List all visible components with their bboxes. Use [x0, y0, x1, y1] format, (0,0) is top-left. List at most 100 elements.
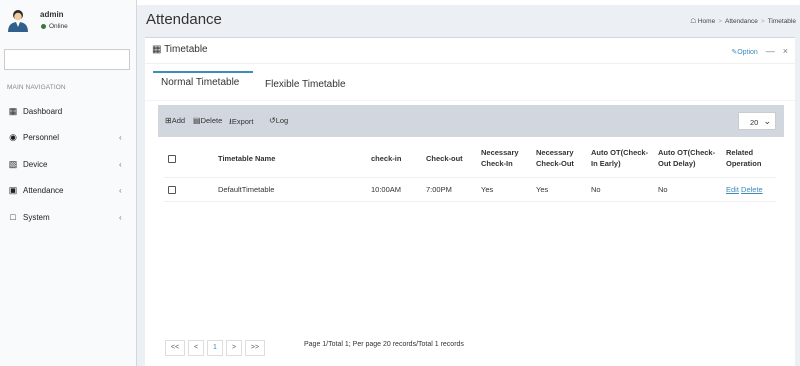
last-page-button[interactable]: >> — [245, 340, 265, 356]
page-info: Page 1/Total 1; Per page 20 records/Tota… — [304, 341, 464, 348]
header-line: Check-Out — [536, 159, 574, 169]
device-icon: ▧ — [8, 159, 18, 169]
breadcrumb-attendance[interactable]: Attendance — [725, 18, 758, 25]
header-check-in[interactable]: check-in — [371, 140, 426, 178]
cell-related-operation: Edit Delete — [726, 177, 776, 202]
header-line: Operation — [726, 159, 762, 169]
first-page-button[interactable]: << — [165, 340, 185, 356]
breadcrumb-home[interactable]: Home — [698, 18, 715, 25]
chevron-left-icon: ‹ — [119, 133, 122, 142]
cell-necessary-check-out: Yes — [536, 177, 591, 202]
export-button[interactable]: ⭳Export — [229, 116, 254, 130]
breadcrumb-separator: > — [760, 18, 765, 25]
chevron-left-icon: ‹ — [119, 186, 122, 195]
header-line: Related — [726, 148, 754, 158]
cell-timetable-name: DefaultTimetable — [218, 177, 371, 202]
breadcrumb-timetable: Timetable — [767, 18, 796, 25]
header-line: Check-In — [481, 159, 513, 169]
box-title-label: Timetable — [164, 44, 208, 55]
user-status: Online — [41, 23, 68, 30]
personnel-icon: ◉ — [9, 132, 17, 142]
avatar — [8, 10, 28, 32]
calendar-icon: ▦ — [152, 44, 162, 55]
add-button[interactable]: ⊞Add — [165, 116, 185, 125]
cell-check-out: 7:00PM — [426, 177, 481, 202]
sidebar-item-personnel[interactable]: ◉ Personnel ‹ — [0, 130, 136, 146]
delete-link[interactable]: Delete — [741, 185, 763, 194]
attendance-icon: ▣ — [8, 185, 18, 195]
tab-divider — [145, 100, 795, 101]
next-page-button[interactable]: > — [226, 340, 242, 356]
tab-normal-timetable[interactable]: Normal Timetable — [153, 71, 253, 100]
delete-label: Delete — [200, 116, 223, 125]
tab-flexible-timetable[interactable]: Flexible Timetable — [265, 79, 346, 90]
header-line: Out Delay) — [658, 159, 696, 169]
current-page-button[interactable]: 1 — [207, 340, 223, 356]
page-size-value: 20 — [750, 118, 759, 127]
sidebar-item-attendance[interactable]: ▣ Attendance ‹ — [0, 183, 136, 199]
cell-check-in: 10:00AM — [371, 177, 426, 202]
header-line: Necessary — [536, 148, 574, 158]
select-all-checkbox[interactable] — [168, 154, 176, 163]
log-label: Log — [275, 116, 289, 125]
cell-auto-ot-delay: No — [658, 177, 726, 202]
sidebar-item-system[interactable]: □ System ‹ — [0, 210, 136, 226]
user-status-label: Online — [49, 23, 68, 30]
chevron-left-icon: ‹ — [119, 213, 122, 222]
cell-necessary-check-in: Yes — [481, 177, 536, 202]
option-button[interactable]: ✎Option — [731, 49, 758, 56]
add-label: Add — [171, 116, 186, 125]
sidebar-item-label: Dashboard — [23, 107, 63, 116]
header-check-out[interactable]: Check-out — [426, 140, 481, 178]
header-related-operation: Related Operation — [726, 140, 776, 178]
box-header-divider — [145, 63, 795, 64]
header-timetable-name[interactable]: Timetable Name — [218, 140, 371, 178]
minimize-button[interactable]: — — [766, 46, 775, 56]
top-navbar — [137, 0, 800, 5]
option-label: Option — [737, 49, 758, 56]
home-icon: ☖ — [690, 18, 697, 25]
chevron-left-icon: ‹ — [119, 160, 122, 169]
timetable-table: Timetable Name check-in Check-out Necess… — [164, 140, 776, 202]
online-dot-icon — [41, 23, 46, 29]
system-icon: □ — [10, 212, 16, 222]
page-title: Attendance — [146, 11, 222, 28]
pagination: << < 1 > >> — [165, 340, 268, 356]
sidebar-item-label: Attendance — [23, 186, 64, 195]
header-necessary-check-in[interactable]: Necessary Check-In — [481, 140, 536, 178]
trash-icon: ▤ — [193, 116, 201, 125]
edit-link[interactable]: Edit — [726, 185, 739, 194]
breadcrumb: ☖ Home > Attendance > Timetable — [690, 17, 796, 25]
box-title: ▦ Timetable — [152, 44, 208, 55]
header-line: In Early) — [591, 159, 621, 169]
sidebar-item-label: System — [23, 213, 50, 222]
page-size-select[interactable]: 20 ⌄ — [738, 112, 776, 130]
log-button[interactable]: ↺Log — [269, 116, 288, 125]
close-button[interactable]: × — [783, 46, 788, 56]
header-line: Necessary — [481, 148, 519, 158]
prev-page-button[interactable]: < — [188, 340, 204, 356]
sidebar-item-dashboard[interactable]: ▦ Dashboard — [0, 104, 136, 120]
header-line: Auto OT(Check- — [591, 148, 649, 158]
header-necessary-check-out[interactable]: Necessary Check-Out — [536, 140, 591, 178]
nav-header: MAIN NAVIGATION — [7, 84, 66, 91]
user-name: admin — [40, 10, 64, 19]
sidebar-item-label: Device — [23, 160, 48, 169]
breadcrumb-separator: > — [718, 18, 722, 25]
row-checkbox[interactable] — [168, 185, 176, 194]
chevron-down-icon: ⌄ — [763, 116, 771, 126]
tab-label: Normal Timetable — [161, 77, 240, 88]
header-auto-ot-early[interactable]: Auto OT(Check- In Early) — [591, 140, 658, 178]
history-icon: ↺ — [269, 116, 276, 125]
sidebar-item-label: Personnel — [23, 133, 60, 142]
user-panel: admin Online — [0, 0, 136, 44]
delete-button[interactable]: ▤Delete — [193, 116, 222, 125]
add-icon: ⊞ — [165, 116, 172, 125]
table-row: DefaultTimetable 10:00AM 7:00PM Yes Yes … — [164, 177, 776, 202]
header-line: Auto OT(Check- — [658, 148, 716, 158]
sidebar-item-device[interactable]: ▧ Device ‹ — [0, 157, 136, 173]
sidebar-search-input[interactable] — [4, 49, 130, 70]
timetable-box: ▦ Timetable ✎Option — × Normal Timetable… — [145, 37, 795, 366]
cell-auto-ot-early: No — [591, 177, 658, 202]
header-auto-ot-delay[interactable]: Auto OT(Check- Out Delay) — [658, 140, 726, 178]
